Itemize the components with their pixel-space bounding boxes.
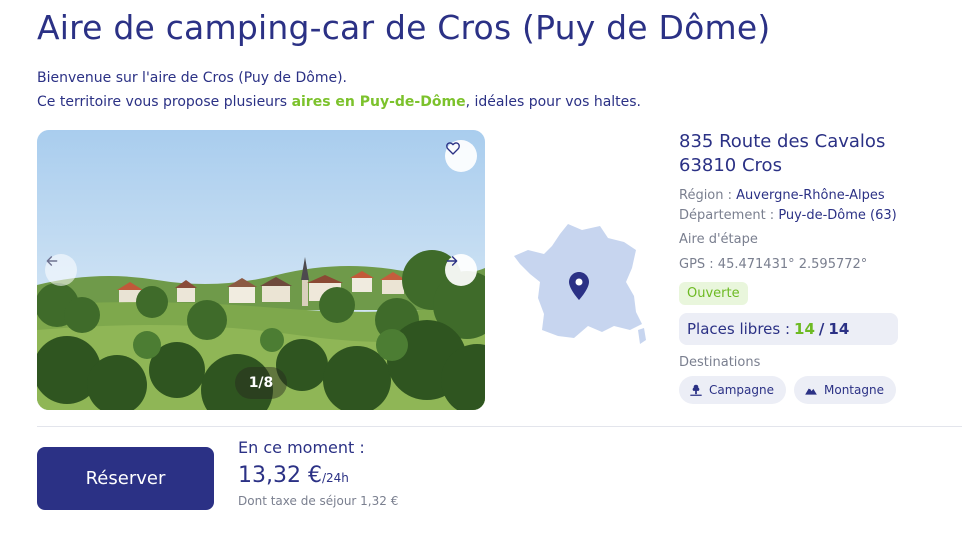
intro-text-before: Ce territoire vous propose plusieurs — [37, 94, 292, 110]
mountain-icon — [805, 387, 817, 395]
address-street: 835 Route des Cavalos — [679, 131, 886, 152]
destinations-title: Destinations — [679, 355, 761, 370]
places-free: 14 — [794, 320, 815, 338]
heart-icon — [446, 142, 460, 155]
places-separator: / — [818, 320, 825, 338]
price-value: 13,32 € — [238, 463, 322, 488]
status-badge: Ouverte — [679, 282, 748, 305]
current-price-label: En ce moment : — [238, 438, 365, 457]
gps-coordinates: GPS : 45.471431° 2.595772° — [679, 257, 868, 272]
intro-line-2: Ce territoire vous propose plusieurs air… — [37, 90, 641, 114]
intro-text: Bienvenue sur l'aire de Cros (Puy de Dôm… — [37, 66, 641, 114]
destination-chip-campagne[interactable]: Campagne — [679, 376, 786, 404]
address: 835 Route des Cavalos 63810 Cros — [679, 130, 949, 178]
destination-label: Montagne — [824, 383, 884, 397]
destination-chips: Campagne Montagne — [679, 376, 949, 404]
region-label: Région : — [679, 188, 737, 203]
department-label: Département : — [679, 208, 779, 223]
destination-chip-montagne[interactable]: Montagne — [794, 376, 896, 404]
price-block: En ce moment : 13,32 €/24h Dont taxe de … — [238, 438, 398, 508]
france-map — [514, 224, 646, 344]
intro-text-after: , idéales pour vos haltes. — [465, 94, 642, 110]
site-type: Aire d'étape — [679, 232, 758, 247]
page-title: Aire de camping-car de Cros (Puy de Dôme… — [37, 8, 771, 47]
places-label: Places libres : — [687, 320, 791, 338]
section-divider — [37, 426, 962, 427]
department-line: Département : Puy-de-Dôme (63) — [679, 206, 949, 226]
tourist-tax-note: Dont taxe de séjour 1,32 € — [238, 494, 399, 508]
available-places: Places libres : 14 / 14 — [679, 313, 898, 345]
price-unit: /24h — [321, 471, 349, 485]
address-city: 63810 Cros — [679, 155, 782, 176]
previous-photo-button[interactable] — [45, 254, 77, 286]
aires-puy-de-dome-link[interactable]: aires en Puy-de-Dôme — [292, 94, 466, 110]
region-value: Auvergne-Rhône-Alpes — [736, 188, 885, 203]
photo-gallery[interactable]: 1/8 — [37, 130, 485, 410]
price-line: 13,32 €/24h — [238, 463, 398, 488]
places-total: 14 — [828, 320, 850, 338]
corsica-shape — [638, 328, 646, 344]
next-photo-button[interactable] — [445, 254, 477, 286]
region-line: Région : Auvergne-Rhône-Alpes — [679, 186, 949, 206]
site-info-panel: 835 Route des Cavalos 63810 Cros Région … — [679, 130, 949, 404]
reserve-button[interactable]: Réserver — [37, 447, 214, 510]
favorite-button[interactable] — [445, 140, 477, 172]
intro-line-1: Bienvenue sur l'aire de Cros (Puy de Dôm… — [37, 70, 347, 86]
countryside-icon — [690, 384, 702, 396]
photo-counter: 1/8 — [235, 367, 287, 399]
arrow-left-icon — [46, 256, 58, 266]
arrow-right-icon — [446, 256, 458, 266]
department-value: Puy-de-Dôme (63) — [778, 208, 897, 223]
destination-label: Campagne — [709, 383, 774, 397]
